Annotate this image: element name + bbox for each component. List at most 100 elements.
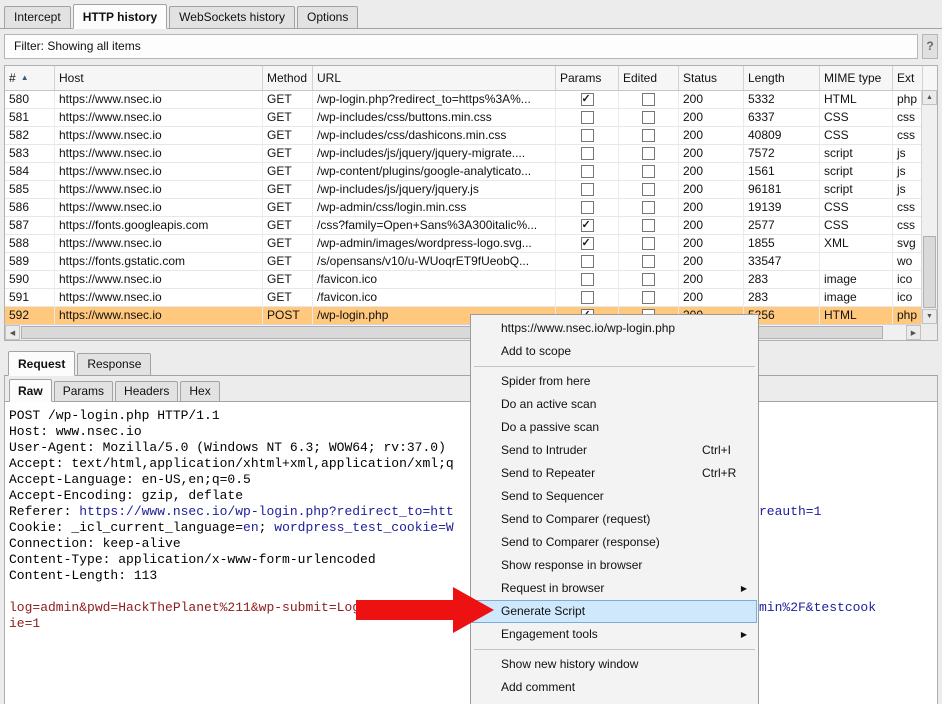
cell-mime-type: XML	[820, 235, 893, 253]
vertical-scroll-thumb[interactable]	[923, 236, 936, 308]
column-header-host[interactable]: Host	[55, 66, 263, 90]
msgtab-request[interactable]: Request	[8, 351, 75, 376]
table-row-584[interactable]: 584https://www.nsec.ioGET/wp-content/plu…	[5, 163, 937, 181]
table-row-587[interactable]: 587https://fonts.googleapis.comGET/css?f…	[5, 217, 937, 235]
cell-number: 587	[5, 217, 55, 235]
tab-options[interactable]: Options	[297, 6, 358, 29]
table-row-580[interactable]: 580https://www.nsec.ioGET/wp-login.php?r…	[5, 91, 937, 109]
edtab-params[interactable]: Params	[54, 381, 113, 402]
menu-item-spider-from-here[interactable]: Spider from here	[472, 370, 757, 393]
edtab-hex[interactable]: Hex	[180, 381, 219, 402]
params-checkbox	[581, 183, 594, 196]
scrollbar-corner	[921, 324, 937, 340]
menu-item-send-to-repeater[interactable]: Send to RepeaterCtrl+R	[472, 462, 757, 485]
column-header-url[interactable]: URL	[313, 66, 556, 90]
cell-url: /wp-admin/css/login.min.css	[313, 199, 556, 217]
cell-extension: svg	[893, 235, 923, 253]
cell-host: https://www.nsec.io	[55, 199, 263, 217]
params-checkbox	[581, 129, 594, 142]
params-checkbox	[581, 147, 594, 160]
menu-item-do-a-passive-scan[interactable]: Do a passive scan	[472, 416, 757, 439]
scroll-left-icon[interactable]: ◀	[5, 325, 20, 340]
menu-item-send-to-comparer-request[interactable]: Send to Comparer (request)	[472, 508, 757, 531]
cell-edited	[619, 181, 679, 199]
params-checkbox	[581, 111, 594, 124]
cell-method: GET	[263, 127, 313, 145]
cell-extension: js	[893, 163, 923, 181]
table-row-588[interactable]: 588https://www.nsec.ioGET/wp-admin/image…	[5, 235, 937, 253]
table-row-582[interactable]: 582https://www.nsec.ioGET/wp-includes/cs…	[5, 127, 937, 145]
cell-status: 200	[679, 127, 744, 145]
column-header-ext[interactable]: Ext	[893, 66, 923, 90]
cell-params	[556, 217, 619, 235]
help-button[interactable]: ?	[922, 34, 938, 59]
cell-host: https://www.nsec.io	[55, 181, 263, 199]
menu-item-engagement-tools[interactable]: Engagement tools▶	[472, 623, 757, 646]
edtab-raw[interactable]: Raw	[9, 379, 52, 402]
cell-status: 200	[679, 91, 744, 109]
cell-extension: css	[893, 127, 923, 145]
table-row-581[interactable]: 581https://www.nsec.ioGET/wp-includes/cs…	[5, 109, 937, 127]
cell-mime-type: script	[820, 181, 893, 199]
menu-item-send-to-sequencer[interactable]: Send to Sequencer	[472, 485, 757, 508]
menu-item-show-new-history-window[interactable]: Show new history window	[472, 653, 757, 676]
menu-separator	[474, 366, 755, 367]
menu-item-add-comment[interactable]: Add comment	[472, 676, 757, 699]
cell-extension: wo	[893, 253, 923, 271]
cell-extension: ico	[893, 271, 923, 289]
column-header-edited[interactable]: Edited	[619, 66, 679, 90]
column-header-mime-type[interactable]: MIME type	[820, 66, 893, 90]
menu-item-request-in-browser[interactable]: Request in browser▶	[472, 577, 757, 600]
tab-websockets-history[interactable]: WebSockets history	[169, 6, 295, 29]
table-horizontal-scrollbar[interactable]: ◀ ▶	[5, 324, 921, 340]
cell-mime-type: CSS	[820, 199, 893, 217]
tab-intercept[interactable]: Intercept	[4, 6, 71, 29]
cell-method: GET	[263, 235, 313, 253]
params-checkbox	[581, 237, 594, 250]
cell-host: https://www.nsec.io	[55, 145, 263, 163]
table-row-585[interactable]: 585https://www.nsec.ioGET/wp-includes/js…	[5, 181, 937, 199]
cell-status: 200	[679, 235, 744, 253]
cell-extension: css	[893, 217, 923, 235]
cell-mime-type: CSS	[820, 109, 893, 127]
scroll-down-icon[interactable]: ▼	[922, 309, 937, 324]
cell-url: /wp-includes/js/jquery/jquery-migrate...…	[313, 145, 556, 163]
menu-item-send-to-comparer-response[interactable]: Send to Comparer (response)	[472, 531, 757, 554]
menu-item-do-an-active-scan[interactable]: Do an active scan	[472, 393, 757, 416]
cell-mime-type	[820, 253, 893, 271]
cell-number: 591	[5, 289, 55, 307]
column-header-item[interactable]: #▲	[5, 66, 55, 90]
menu-item-show-response-in-browser[interactable]: Show response in browser	[472, 554, 757, 577]
cell-status: 200	[679, 271, 744, 289]
table-row-590[interactable]: 590https://www.nsec.ioGET/favicon.ico200…	[5, 271, 937, 289]
column-header-method[interactable]: Method	[263, 66, 313, 90]
table-row-591[interactable]: 591https://www.nsec.ioGET/favicon.ico200…	[5, 289, 937, 307]
cell-url: /favicon.ico	[313, 289, 556, 307]
cell-params	[556, 271, 619, 289]
scroll-up-icon[interactable]: ▲	[922, 90, 937, 105]
tab-http-history[interactable]: HTTP history	[73, 4, 167, 29]
filter-bar[interactable]: Filter: Showing all items	[4, 34, 918, 59]
msgtab-response[interactable]: Response	[77, 353, 151, 376]
column-header-params[interactable]: Params	[556, 66, 619, 90]
table-row-586[interactable]: 586https://www.nsec.ioGET/wp-admin/css/l…	[5, 199, 937, 217]
column-header-length[interactable]: Length	[744, 66, 820, 90]
table-row-583[interactable]: 583https://www.nsec.ioGET/wp-includes/js…	[5, 145, 937, 163]
cell-length: 7572	[744, 145, 820, 163]
column-header-status[interactable]: Status	[679, 66, 744, 90]
cell-mime-type: image	[820, 271, 893, 289]
scroll-right-icon[interactable]: ▶	[906, 325, 921, 340]
table-vertical-scrollbar[interactable]: ▲ ▼	[921, 90, 937, 324]
menu-item-https-www-nsec-io-wp-login-php: https://www.nsec.io/wp-login.php	[472, 317, 757, 340]
menu-item-generate-script[interactable]: Generate Script	[472, 600, 757, 623]
burp-http-history-window: InterceptHTTP historyWebSockets historyO…	[0, 0, 942, 704]
filter-row: Filter: Showing all items ?	[4, 34, 938, 59]
cell-number: 585	[5, 181, 55, 199]
cell-mime-type: script	[820, 163, 893, 181]
edtab-headers[interactable]: Headers	[115, 381, 178, 402]
menu-item-send-to-intruder[interactable]: Send to IntruderCtrl+I	[472, 439, 757, 462]
cell-url: /favicon.ico	[313, 271, 556, 289]
table-row-589[interactable]: 589https://fonts.gstatic.comGET/s/opensa…	[5, 253, 937, 271]
menu-item-add-to-scope[interactable]: Add to scope	[472, 340, 757, 363]
params-checkbox	[581, 291, 594, 304]
